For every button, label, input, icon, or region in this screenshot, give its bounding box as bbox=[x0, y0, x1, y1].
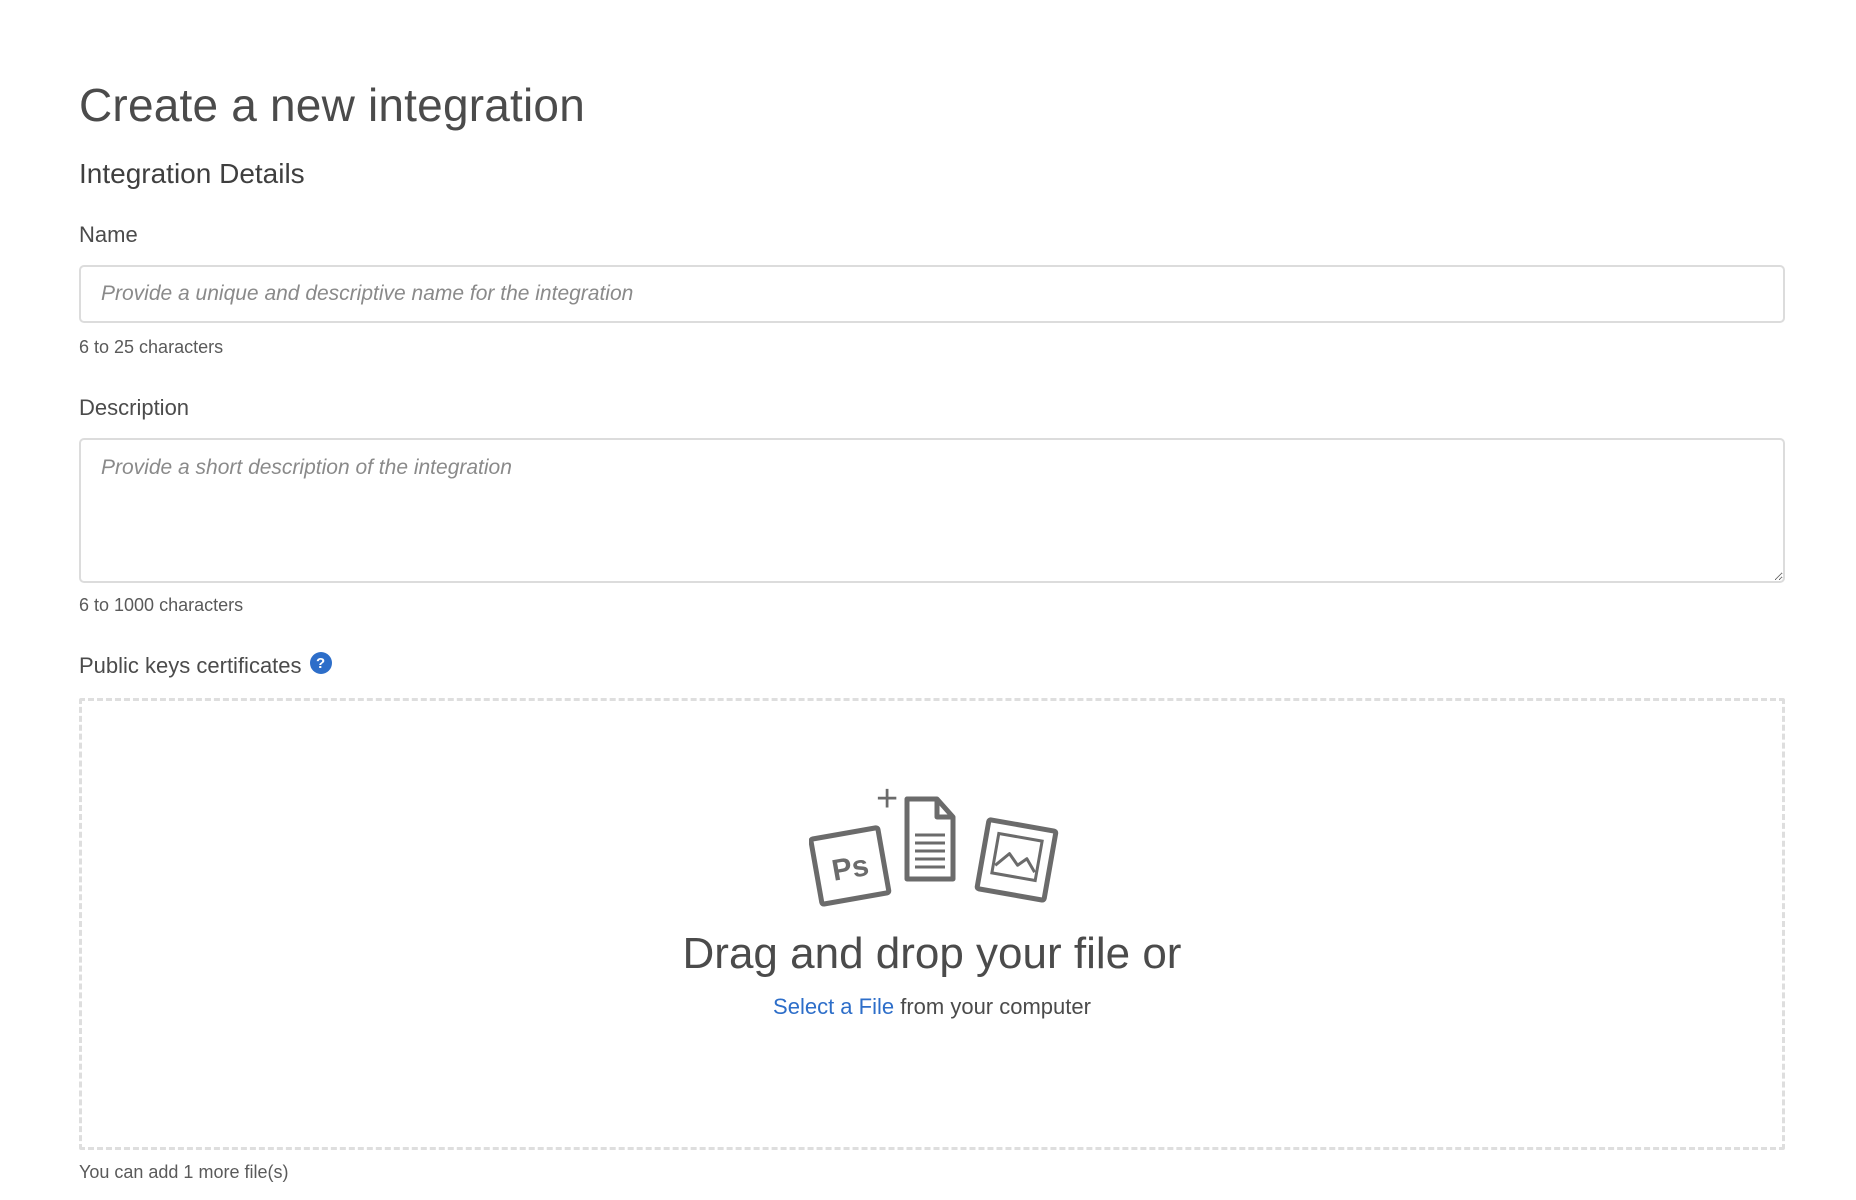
page-title: Create a new integration bbox=[79, 79, 585, 131]
name-label: Name bbox=[79, 222, 138, 247]
dropzone-title: Drag and drop your file or bbox=[682, 929, 1182, 978]
public-keys-label: Public keys certificates bbox=[79, 653, 302, 678]
name-hint: 6 to 25 characters bbox=[79, 337, 224, 357]
ps-badge-text: Ps bbox=[829, 849, 871, 888]
select-file-link[interactable]: Select a File bbox=[773, 994, 894, 1019]
create-integration-page: Create a new integration Integration Det… bbox=[0, 0, 1856, 1200]
description-textarea[interactable] bbox=[79, 438, 1785, 583]
document-add-icon: + bbox=[876, 779, 956, 882]
plus-glyph: + bbox=[876, 779, 898, 820]
image-file-icon bbox=[974, 817, 1059, 903]
file-dropzone[interactable]: Ps + Drag and drop your file or Select a… bbox=[79, 698, 1785, 1150]
description-label: Description bbox=[79, 395, 190, 420]
public-keys-label-row: Public keys certificates ? bbox=[79, 652, 332, 679]
section-title: Integration Details bbox=[79, 158, 305, 189]
photoshop-file-icon: Ps bbox=[809, 825, 892, 907]
select-file-suffix: from your computer bbox=[894, 994, 1091, 1019]
files-remaining-hint: You can add 1 more file(s) bbox=[79, 1162, 289, 1182]
file-upload-illustration: Ps + bbox=[809, 779, 1059, 907]
question-circle-icon[interactable]: ? bbox=[309, 652, 332, 674]
dropzone-subtitle: Select a File from your computer bbox=[82, 994, 1782, 1020]
description-hint: 6 to 1000 characters bbox=[79, 595, 244, 615]
name-input[interactable] bbox=[79, 265, 1785, 323]
